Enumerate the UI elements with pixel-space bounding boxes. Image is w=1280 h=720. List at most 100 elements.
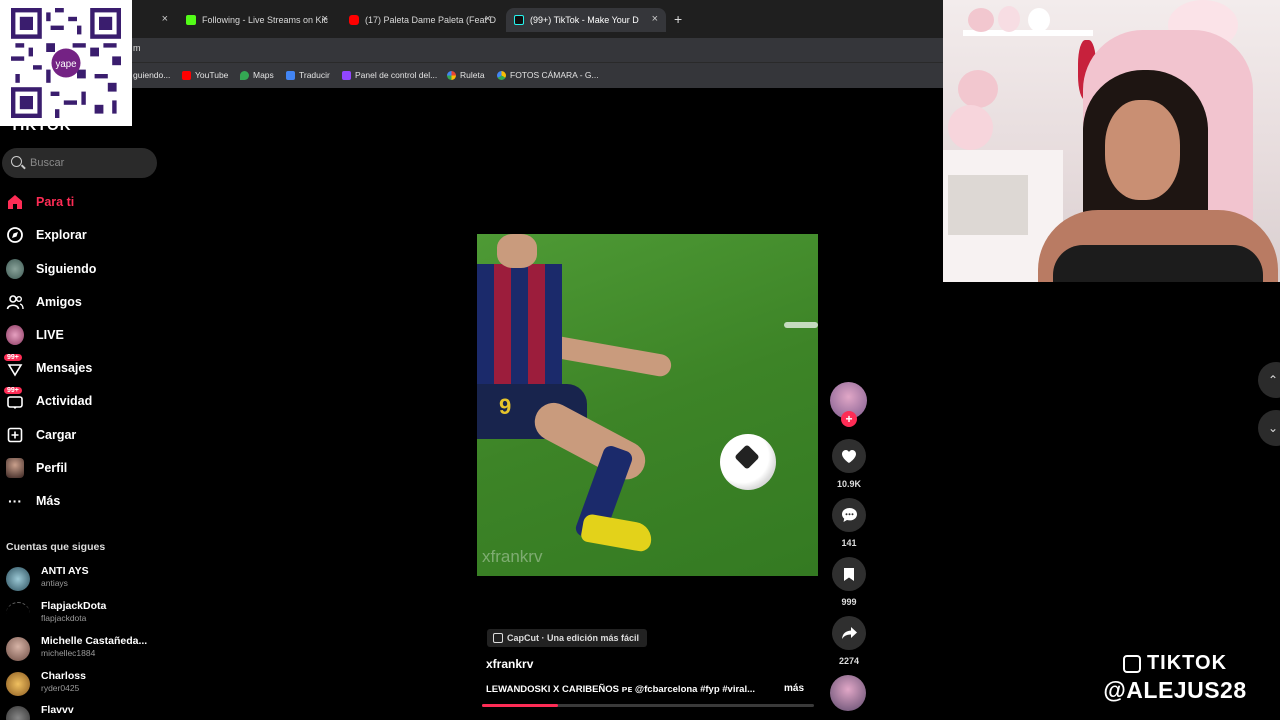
stream-social-overlay: TIKTOK @ALEJUS28 [1080, 652, 1270, 704]
like-button[interactable] [832, 439, 866, 473]
bookmark-item[interactable]: Traducir [286, 70, 330, 80]
upload-icon [6, 426, 24, 444]
browser-tab-kick[interactable]: Following - Live Streams on Kic × [182, 8, 334, 32]
followed-account[interactable]: Flavvv [6, 702, 166, 720]
chevron-down-icon: ⌄ [1268, 421, 1279, 435]
sidebar-item-live[interactable]: LIVE [0, 318, 170, 351]
bookmarks-bar: guiendo... YouTube Maps Traducir Panel d… [0, 62, 943, 88]
drive-icon [497, 70, 506, 80]
messages-icon [6, 359, 24, 377]
bookmark-label: YouTube [195, 70, 229, 80]
account-username: ryder0425 [41, 683, 80, 693]
nav-label: Más [36, 493, 61, 508]
save-button[interactable] [832, 557, 866, 591]
nav-label: LIVE [36, 327, 64, 342]
notification-badge: 99+ [4, 387, 22, 394]
followed-account[interactable]: Michelle Castañeda... michellec1884 [6, 633, 166, 665]
jersey-number: 9 [499, 394, 512, 419]
new-tab-button[interactable]: + [674, 11, 682, 27]
bookmark-label: Ruleta [460, 70, 485, 80]
activity-icon [6, 392, 24, 410]
plush-toy-image [948, 105, 993, 150]
close-tab-icon[interactable]: × [162, 13, 168, 25]
sidebar-item-amigos[interactable]: Amigos [0, 285, 170, 318]
browser-tab-tiktok[interactable]: (99+) TikTok - Make Your D × [506, 8, 666, 32]
video-description: LEWANDOSKI X CARIBEÑOS ᴘᴇ @fcbarcelona #… [486, 684, 756, 695]
followed-account[interactable]: FlapjackDota flapjackdota [6, 598, 166, 630]
sidebar-item-explorar[interactable]: Explorar [0, 218, 170, 251]
screen: × Following - Live Streams on Kic × (17)… [0, 0, 1280, 720]
account-name: FlapjackDota [41, 600, 107, 612]
capcut-icon [493, 633, 503, 643]
bookmark-item[interactable]: YouTube [182, 70, 228, 80]
streamer-webcam [943, 0, 1280, 282]
streamer-image [1105, 100, 1180, 200]
yape-logo-text: yape [56, 59, 77, 70]
avatar [6, 602, 30, 626]
followed-account[interactable]: Charloss ryder0425 [6, 668, 166, 700]
follow-plus-icon[interactable]: + [841, 411, 857, 427]
bookmark-item[interactable]: Maps [240, 70, 274, 80]
bookmark-item[interactable]: Ruleta [447, 70, 485, 80]
music-disc-avatar[interactable] [830, 675, 866, 711]
search-placeholder: Buscar [30, 157, 65, 169]
share-button[interactable] [832, 616, 866, 650]
account-name: ANTI AYS [41, 565, 89, 577]
translate-icon [286, 70, 295, 80]
sidebar-item-mensajes[interactable]: 99+ Mensajes [0, 351, 170, 384]
search-icon [11, 156, 22, 167]
home-icon [6, 193, 24, 211]
video-frame [784, 322, 818, 328]
sidebar-item-actividad[interactable]: 99+ Actividad [0, 384, 170, 417]
bookmark-item[interactable]: guiendo... [133, 70, 170, 80]
sidebar-item-para-ti[interactable]: Para ti [0, 185, 170, 218]
sidebar-item-perfil[interactable]: Perfil [0, 451, 170, 484]
close-tab-icon[interactable]: × [652, 13, 658, 25]
tab-label: (99+) TikTok - Make Your D [530, 15, 639, 25]
kick-icon [186, 15, 196, 25]
tab-label: (17) Paleta Dame Paleta (Feat D [365, 15, 497, 25]
tiktok-icon [1122, 654, 1141, 673]
comment-button[interactable] [832, 498, 866, 532]
previous-video-button[interactable]: ⌃ [1258, 362, 1280, 398]
youtube-icon [182, 70, 191, 80]
address-bar[interactable]: m [0, 38, 943, 62]
browser-tab-youtube[interactable]: (17) Paleta Dame Paleta (Feat D × [345, 8, 497, 32]
plush-toy-image [958, 70, 998, 108]
close-tab-icon[interactable]: × [485, 13, 491, 25]
football-image [720, 434, 776, 490]
nav-label: Siguiendo [36, 261, 97, 276]
bookmark-label: Traducir [299, 70, 330, 80]
streamer-image [1053, 245, 1263, 282]
qr-pattern: yape [11, 8, 121, 118]
next-video-button[interactable]: ⌄ [1258, 410, 1280, 446]
account-username: flapjackdota [41, 613, 87, 623]
browser-tab[interactable]: × [134, 8, 174, 32]
chevron-up-icon: ⌃ [1268, 373, 1279, 387]
search-input[interactable]: Buscar [2, 148, 157, 178]
video-player[interactable]: 9 xfrankrv [477, 234, 818, 576]
account-username: michellec1884 [41, 648, 96, 658]
followed-account[interactable]: ANTI AYS antiays [6, 563, 166, 595]
video-progress-bar[interactable] [482, 704, 814, 707]
close-tab-icon[interactable]: × [322, 13, 328, 25]
tiktok-icon [514, 15, 524, 25]
bookmark-item[interactable]: Panel de control del... [342, 70, 437, 80]
sidebar-item-cargar[interactable]: Cargar [0, 418, 170, 451]
more-link[interactable]: más [784, 683, 804, 694]
video-watermark: xfrankrv [482, 547, 543, 566]
youtube-icon [349, 15, 359, 25]
bookmark-item[interactable]: FOTOS CÁMARA - G... [497, 70, 599, 80]
maps-icon [240, 70, 249, 80]
sidebar-item-siguiendo[interactable]: Siguiendo [0, 252, 170, 285]
video-author[interactable]: xfrankrv [486, 657, 533, 671]
capcut-tag[interactable]: CapCut · Una edición más fácil [487, 629, 648, 647]
sidebar-item-mas[interactable]: ··· Más [0, 484, 170, 517]
nav-label: Explorar [36, 227, 87, 242]
avatar [6, 637, 30, 661]
avatar [6, 567, 30, 591]
video-progress-fill [482, 704, 559, 707]
twitch-icon [342, 70, 351, 80]
comment-count: 141 [841, 538, 857, 548]
nav-label: Actividad [36, 393, 93, 408]
